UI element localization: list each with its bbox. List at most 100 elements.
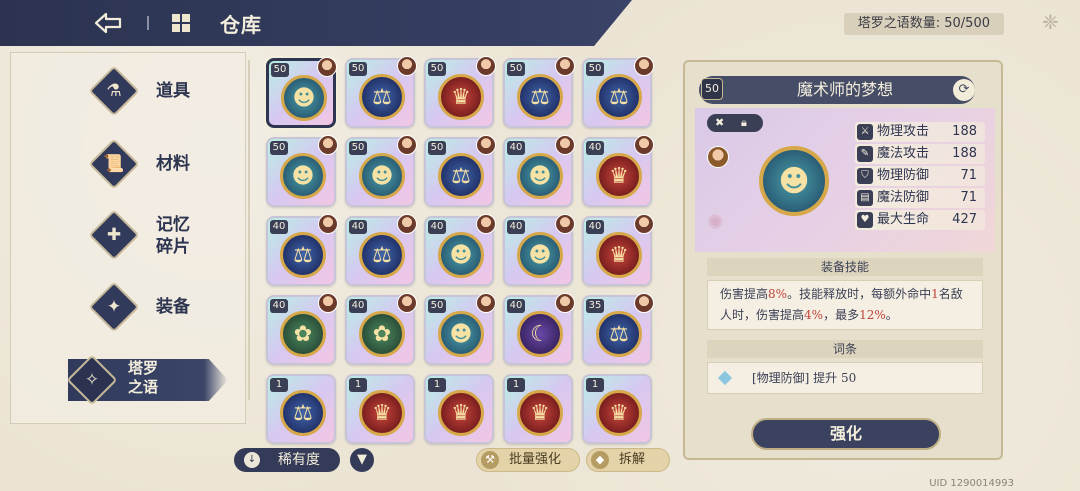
- category-label: 记忆 碎片: [156, 215, 190, 257]
- equipped-character-avatar: [634, 56, 654, 76]
- tarot-card-item[interactable]: 40 ✿: [266, 293, 338, 365]
- skill-section-title: 装备技能: [707, 258, 983, 276]
- batch-enhance-label: 批量强化: [509, 452, 562, 467]
- tarot-count-badge: 塔罗之语数量: 50/500: [843, 13, 1004, 35]
- tarot-emblem-icon: ☻: [280, 153, 326, 199]
- shield-icon: ⛉: [857, 168, 873, 184]
- tarot-emblem-icon: ♛: [596, 232, 642, 278]
- tarot-card-item[interactable]: 1 ♛: [582, 374, 652, 444]
- tarot-emblem-icon: ☻: [517, 232, 563, 278]
- category-equipment[interactable]: ✦ 装备: [88, 280, 232, 334]
- tarot-card-item[interactable]: 50 ♛: [424, 56, 496, 128]
- tarot-emblem-icon: ✿: [359, 311, 405, 357]
- tarot-card-item[interactable]: 50 ☻: [345, 135, 417, 207]
- item-level-badge: 40: [507, 141, 525, 155]
- item-level-badge: 50: [270, 141, 288, 155]
- tarot-card-item[interactable]: 40 ☻: [424, 214, 496, 286]
- dismantle-button[interactable]: ◆ 拆解: [586, 448, 670, 472]
- skill-text: 。: [885, 308, 898, 322]
- tarot-card-item[interactable]: 1 ♛: [503, 374, 573, 444]
- tarot-card-item[interactable]: 35 ⚖: [582, 293, 654, 365]
- enhance-button[interactable]: 强化: [751, 418, 941, 450]
- tarot-card-item[interactable]: 1 ♛: [345, 374, 415, 444]
- rarity-sort-button[interactable]: ↓ 稀有度: [234, 448, 340, 472]
- tarot-card-item[interactable]: 50 ⚖: [582, 56, 654, 128]
- scroll-icon: 📜: [88, 138, 140, 190]
- stat-value: 71: [960, 190, 977, 205]
- tarot-emblem-icon: ⚖: [596, 74, 642, 120]
- tarot-card-item[interactable]: 50 ☻: [424, 293, 496, 365]
- stat-value: 188: [952, 146, 977, 161]
- tarot-card-item[interactable]: 50 ☻: [266, 135, 338, 207]
- item-level-badge: 1: [270, 378, 288, 392]
- sparkle-icon: ✺: [707, 210, 724, 234]
- tarot-emblem-icon: ✿: [280, 311, 326, 357]
- stat-row: ✎ 魔法攻击 188: [855, 144, 985, 164]
- affix-text: [物理防御] 提升 50: [752, 371, 857, 385]
- equipped-character-avatar: [397, 56, 417, 76]
- skill-highlight: 4%: [804, 308, 824, 322]
- equipped-character-avatar: [317, 57, 337, 77]
- tarot-card-item[interactable]: 50 ⚖: [345, 56, 417, 128]
- uid-label: UID 1290014993: [929, 478, 1014, 489]
- tarot-emblem-icon: ♛: [596, 390, 642, 436]
- tarot-emblem-icon: ♛: [596, 153, 642, 199]
- stat-value: 188: [952, 124, 977, 139]
- sword-icon: ⚔: [857, 124, 873, 140]
- corner-ornament-icon: ❈: [1042, 10, 1059, 34]
- equipped-character-avatar: [397, 293, 417, 313]
- tarot-emblem-icon: ⚖: [280, 232, 326, 278]
- detail-panel: 50 魔术师的梦想 ⟳ ✖ 🔒︎ ✺ ☻ ⚔ 物理攻击 188 ✎ 魔法攻击 1…: [683, 60, 1003, 460]
- filter-icon: ▼: [357, 452, 367, 467]
- batch-enhance-button[interactable]: ⚒ 批量强化: [476, 448, 580, 472]
- tarot-emblem-icon: ♛: [438, 390, 484, 436]
- tarot-card-item[interactable]: 40 ☻: [503, 214, 575, 286]
- tarot-card-item[interactable]: 50 ☻: [266, 57, 337, 128]
- tarot-emblem-icon: ♛: [517, 390, 563, 436]
- swap-button[interactable]: ⟳: [953, 79, 975, 101]
- equipped-character-avatar: [555, 293, 575, 313]
- category-label: 装备: [156, 297, 190, 317]
- equipped-character-avatar[interactable]: [707, 146, 729, 168]
- item-level-badge: 1: [349, 378, 367, 392]
- stat-value: 71: [960, 168, 977, 183]
- tarot-card-item[interactable]: 40 ♛: [582, 135, 654, 207]
- filter-button[interactable]: ▼: [350, 448, 374, 472]
- category-label: 道具: [156, 81, 190, 101]
- item-level-badge: 40: [270, 299, 288, 313]
- stat-row: ▤ 魔法防御 71: [855, 188, 985, 208]
- tarot-card-item[interactable]: 50 ⚖: [424, 135, 496, 207]
- equipped-character-avatar: [555, 135, 575, 155]
- tarot-card-item[interactable]: 1 ⚖: [266, 374, 336, 444]
- category-materials[interactable]: 📜 材料: [88, 137, 232, 191]
- stat-name: 物理防御: [877, 168, 930, 183]
- item-level-badge: 40: [586, 141, 604, 155]
- crossed-swords-icon: ✖: [715, 116, 725, 129]
- armor-icon: ✦: [88, 281, 140, 333]
- tarot-card-item[interactable]: 40 ♛: [582, 214, 654, 286]
- back-button[interactable]: [92, 9, 126, 37]
- tarot-emblem-icon: ☻: [438, 311, 484, 357]
- tarot-emblem-icon: ☻: [438, 232, 484, 278]
- tarot-card-emblem: ☻: [759, 146, 829, 216]
- category-tarot[interactable]: ✧ 塔罗 之语: [66, 353, 210, 407]
- category-memory-fragments[interactable]: ✚ 记忆 碎片: [88, 208, 232, 262]
- tarot-emblem-icon: ⚖: [438, 153, 484, 199]
- tarot-card-item[interactable]: 40 ☾: [503, 293, 575, 365]
- grid-scrollbar[interactable]: [248, 60, 250, 400]
- hammer-icon: ⚒: [481, 451, 499, 469]
- tarot-card-item[interactable]: 40 ✿: [345, 293, 417, 365]
- tarot-card-item[interactable]: 40 ⚖: [266, 214, 338, 286]
- tarot-card-item[interactable]: 40 ⚖: [345, 214, 417, 286]
- tarot-card-item[interactable]: 40 ☻: [503, 135, 575, 207]
- tarot-card-item[interactable]: 50 ⚖: [503, 56, 575, 128]
- equipped-character-avatar: [476, 214, 496, 234]
- lock-toggle[interactable]: ✖ 🔒︎: [707, 114, 763, 132]
- tarot-emblem-icon: ☾: [517, 311, 563, 357]
- equipped-character-avatar: [476, 293, 496, 313]
- tarot-icon: ✧: [66, 354, 118, 406]
- tarot-card-item[interactable]: 1 ♛: [424, 374, 494, 444]
- tarot-emblem-icon: ♛: [438, 74, 484, 120]
- item-level-badge: 40: [349, 220, 367, 234]
- category-items[interactable]: ⚗ 道具: [88, 64, 232, 118]
